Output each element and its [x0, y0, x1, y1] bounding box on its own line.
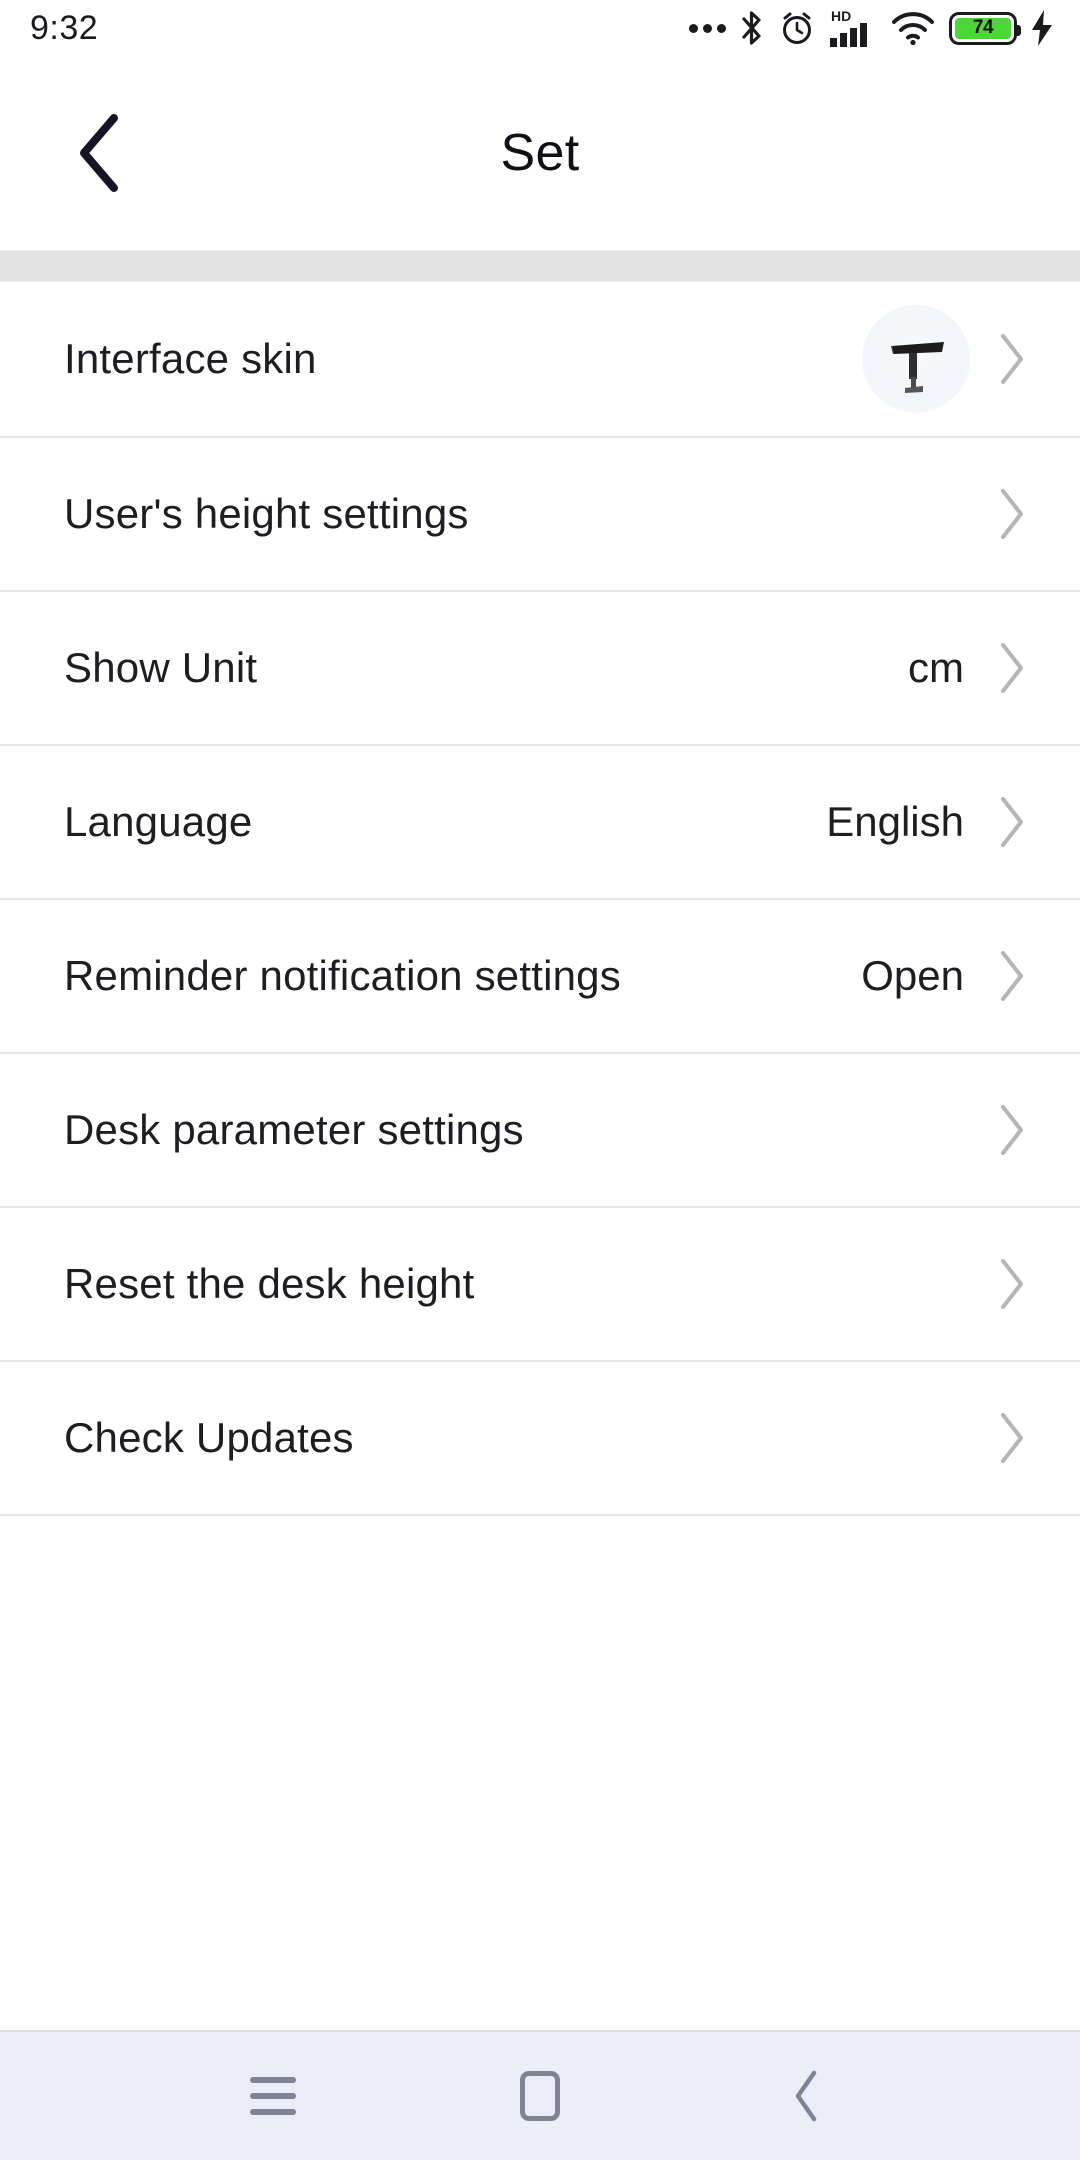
list-item-users-height-settings[interactable]: User's height settings [0, 436, 1080, 590]
page-title: Set [500, 124, 580, 182]
home-button[interactable] [485, 2041, 595, 2151]
list-item-language[interactable]: Language English [0, 744, 1080, 898]
svg-text:HD: HD [831, 8, 851, 24]
list-item-label: User's height settings [64, 490, 469, 537]
list-item-value: Open [861, 952, 964, 999]
hd-signal-icon: HD [830, 8, 867, 47]
android-navigation-bar [0, 2030, 1080, 2160]
standing-desk-thumbnail [862, 305, 970, 413]
list-item-label: Language [64, 798, 253, 845]
list-item-label: Interface skin [64, 335, 317, 382]
chevron-right-icon [990, 1259, 1034, 1309]
list-item-show-unit[interactable]: Show Unit cm [0, 590, 1080, 744]
list-item-label: Check Updates [64, 1414, 354, 1461]
settings-list: Interface skin User's height settings Sh… [0, 282, 1080, 1516]
chevron-left-icon [795, 2070, 816, 2122]
chevron-right-icon [990, 951, 1034, 1001]
chevron-right-icon [990, 797, 1034, 847]
back-button[interactable] [752, 2041, 862, 2151]
list-item-check-updates[interactable]: Check Updates [0, 1360, 1080, 1514]
wifi-icon [892, 12, 934, 46]
status-bar: 9:32 HD 74 [0, 0, 1080, 56]
list-item-desk-parameter-settings[interactable]: Desk parameter settings [0, 1052, 1080, 1206]
section-divider [0, 250, 1080, 282]
header-back-button[interactable] [56, 108, 146, 198]
bluetooth-icon [742, 11, 761, 45]
battery-icon: 74 [949, 11, 1021, 45]
charging-bolt-icon [1032, 10, 1052, 46]
chevron-right-icon [990, 489, 1034, 539]
chevron-left-icon [80, 114, 118, 192]
status-icon-group: HD 74 [689, 8, 1054, 48]
list-item-interface-skin[interactable]: Interface skin [0, 282, 1080, 436]
chevron-right-icon [990, 1413, 1034, 1463]
hamburger-icon [250, 2077, 297, 2115]
list-item-label: Reminder notification settings [64, 952, 621, 999]
chevron-right-icon [990, 643, 1034, 693]
list-item-label: Reset the desk height [64, 1260, 475, 1307]
list-item-value: cm [908, 644, 964, 691]
list-item-label: Show Unit [64, 644, 258, 691]
app-header: Set [0, 56, 1080, 250]
recents-button[interactable] [218, 2041, 328, 2151]
more-dots-icon [689, 23, 726, 33]
list-item-reminder-notification-settings[interactable]: Reminder notification settings Open [0, 898, 1080, 1052]
home-square-icon [519, 2071, 560, 2121]
alarm-clock-icon [783, 12, 811, 44]
status-time: 9:32 [30, 8, 99, 47]
list-item-reset-the-desk-height[interactable]: Reset the desk height [0, 1206, 1080, 1360]
chevron-right-icon [990, 334, 1034, 384]
list-item-label: Desk parameter settings [64, 1106, 524, 1153]
battery-level-label: 74 [955, 17, 1011, 39]
list-item-value: English [826, 798, 964, 845]
chevron-right-icon [990, 1105, 1034, 1155]
